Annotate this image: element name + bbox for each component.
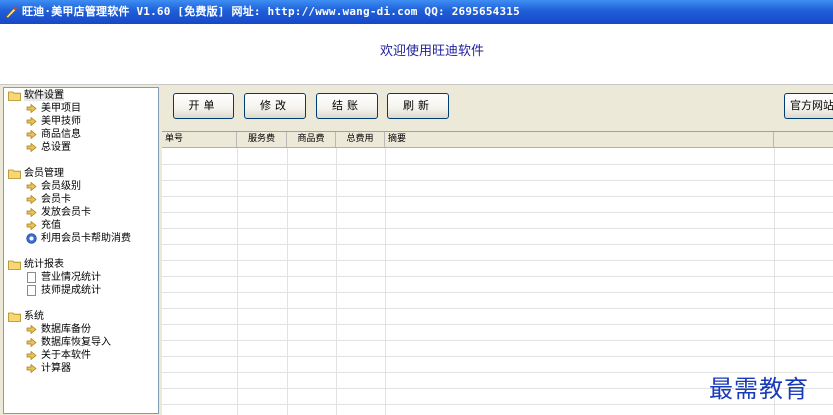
tree-item-products[interactable]: 商品信息 xyxy=(26,128,81,141)
table-column-line xyxy=(385,148,386,415)
tree-item-label: 计算器 xyxy=(41,363,71,374)
tree-item-member-card[interactable]: 会员卡 xyxy=(26,193,71,206)
tree-item-label: 利用会员卡帮助消费 xyxy=(41,233,131,244)
table-row-line xyxy=(162,164,833,165)
table-column-line xyxy=(237,148,238,415)
table-row-line xyxy=(162,276,833,277)
column-header-service-fee[interactable]: 服务费 xyxy=(237,132,287,147)
arrow-icon xyxy=(26,324,37,335)
arrow-icon xyxy=(26,103,37,114)
app-icon xyxy=(5,6,17,19)
tree-item-label: 会员卡 xyxy=(41,194,71,205)
arrow-icon xyxy=(26,129,37,140)
arrow-icon xyxy=(26,194,37,205)
tree-item-general-settings[interactable]: 总设置 xyxy=(26,141,71,154)
folder-icon xyxy=(8,91,21,101)
tree-item-member-level[interactable]: 会员级别 xyxy=(26,180,81,193)
tree-item-calculator[interactable]: 计算器 xyxy=(26,362,71,375)
column-header-total[interactable]: 总费用 xyxy=(336,132,385,147)
table-row-line xyxy=(162,356,833,357)
arrow-icon xyxy=(26,337,37,348)
checkout-button[interactable]: 结账 xyxy=(316,93,378,119)
tree-item-db-backup[interactable]: 数据库备份 xyxy=(26,323,91,336)
table-row-line xyxy=(162,340,833,341)
tree-item-nail-items[interactable]: 美甲项目 xyxy=(26,102,81,115)
arrow-icon xyxy=(26,116,37,127)
tree-item-label: 会员级别 xyxy=(41,181,81,192)
column-header-summary[interactable]: 摘要 xyxy=(385,132,774,147)
official-website-button[interactable]: 官方网站 xyxy=(784,93,833,119)
edit-button[interactable]: 修改 xyxy=(244,93,306,119)
arrow-icon xyxy=(26,363,37,374)
tree-item-label: 数据库恢复导入 xyxy=(41,337,111,348)
tree-item-issue-card[interactable]: 发放会员卡 xyxy=(26,206,91,219)
arrow-icon xyxy=(26,181,37,192)
column-header-product-fee[interactable]: 商品费 xyxy=(287,132,336,147)
table-column-line xyxy=(336,148,337,415)
table-row-line xyxy=(162,244,833,245)
arrow-icon xyxy=(26,142,37,153)
welcome-banner: 欢迎使用旺迪软件 xyxy=(0,24,833,85)
tree-group-label: 会员管理 xyxy=(24,168,64,179)
window-title: 旺迪·美甲店管理软件 V1.60 [免费版] 网址: http://www.wa… xyxy=(22,5,520,18)
tree-item-technicians[interactable]: 美甲技师 xyxy=(26,115,81,128)
table-row-line xyxy=(162,260,833,261)
document-icon xyxy=(27,285,36,296)
folder-icon xyxy=(8,169,21,179)
tree-item-label: 关于本软件 xyxy=(41,350,91,361)
tree-item-label: 美甲技师 xyxy=(41,116,81,127)
tree-item-label: 营业情况统计 xyxy=(41,272,101,283)
tree-item-db-restore[interactable]: 数据库恢复导入 xyxy=(26,336,111,349)
navigation-tree[interactable]: 软件设置 美甲项目 美甲技师 商品信息 总设置 会员管理 会员级别 会员卡 发放… xyxy=(3,87,159,414)
table-row-line xyxy=(162,404,833,405)
open-order-button[interactable]: 开单 xyxy=(173,93,234,119)
watermark-text: 最需教育 xyxy=(709,375,809,403)
arrow-icon xyxy=(26,207,37,218)
column-header-blank xyxy=(774,132,833,147)
document-icon xyxy=(27,272,36,283)
tree-group-reports[interactable]: 统计报表 xyxy=(8,258,64,271)
tree-item-label: 充值 xyxy=(41,220,61,231)
folder-icon xyxy=(8,260,21,270)
tree-item-label: 美甲项目 xyxy=(41,103,81,114)
tree-group-software-settings[interactable]: 软件设置 xyxy=(8,89,64,102)
table-row-line xyxy=(162,292,833,293)
tree-group-label: 软件设置 xyxy=(24,90,64,101)
arrow-icon xyxy=(26,220,37,231)
arrow-icon xyxy=(26,350,37,361)
table-row-line xyxy=(162,196,833,197)
tree-item-label: 商品信息 xyxy=(41,129,81,140)
folder-icon xyxy=(8,312,21,322)
table-column-line xyxy=(287,148,288,415)
tree-item-business-stats[interactable]: 营业情况统计 xyxy=(26,271,101,284)
info-icon xyxy=(26,233,37,244)
refresh-button[interactable]: 刷新 xyxy=(387,93,449,119)
tree-item-label: 数据库备份 xyxy=(41,324,91,335)
tree-group-system[interactable]: 系统 xyxy=(8,310,44,323)
column-header-order-no[interactable]: 单号 xyxy=(162,132,237,147)
tree-item-recharge[interactable]: 充值 xyxy=(26,219,61,232)
tree-group-label: 系统 xyxy=(24,311,44,322)
tree-item-label: 总设置 xyxy=(41,142,71,153)
table-row-line xyxy=(162,324,833,325)
table-row-line xyxy=(162,212,833,213)
toolbar: 开单 修改 结账 刷新 官方网站 xyxy=(162,87,833,129)
tree-item-commission-stats[interactable]: 技师提成统计 xyxy=(26,284,101,297)
table-header: 单号 服务费 商品费 总费用 摘要 xyxy=(162,132,833,148)
table-row-line xyxy=(162,308,833,309)
table-row-line xyxy=(162,228,833,229)
title-bar: 旺迪·美甲店管理软件 V1.60 [免费版] 网址: http://www.wa… xyxy=(0,0,833,24)
tree-group-member-management[interactable]: 会员管理 xyxy=(8,167,64,180)
tree-item-label: 发放会员卡 xyxy=(41,207,91,218)
tree-group-label: 统计报表 xyxy=(24,259,64,270)
tree-item-label: 技师提成统计 xyxy=(41,285,101,296)
tree-item-about[interactable]: 关于本软件 xyxy=(26,349,91,362)
tree-item-card-consumption[interactable]: 利用会员卡帮助消费 xyxy=(26,232,131,245)
welcome-text: 欢迎使用旺迪软件 xyxy=(380,44,485,59)
table-row-line xyxy=(162,180,833,181)
